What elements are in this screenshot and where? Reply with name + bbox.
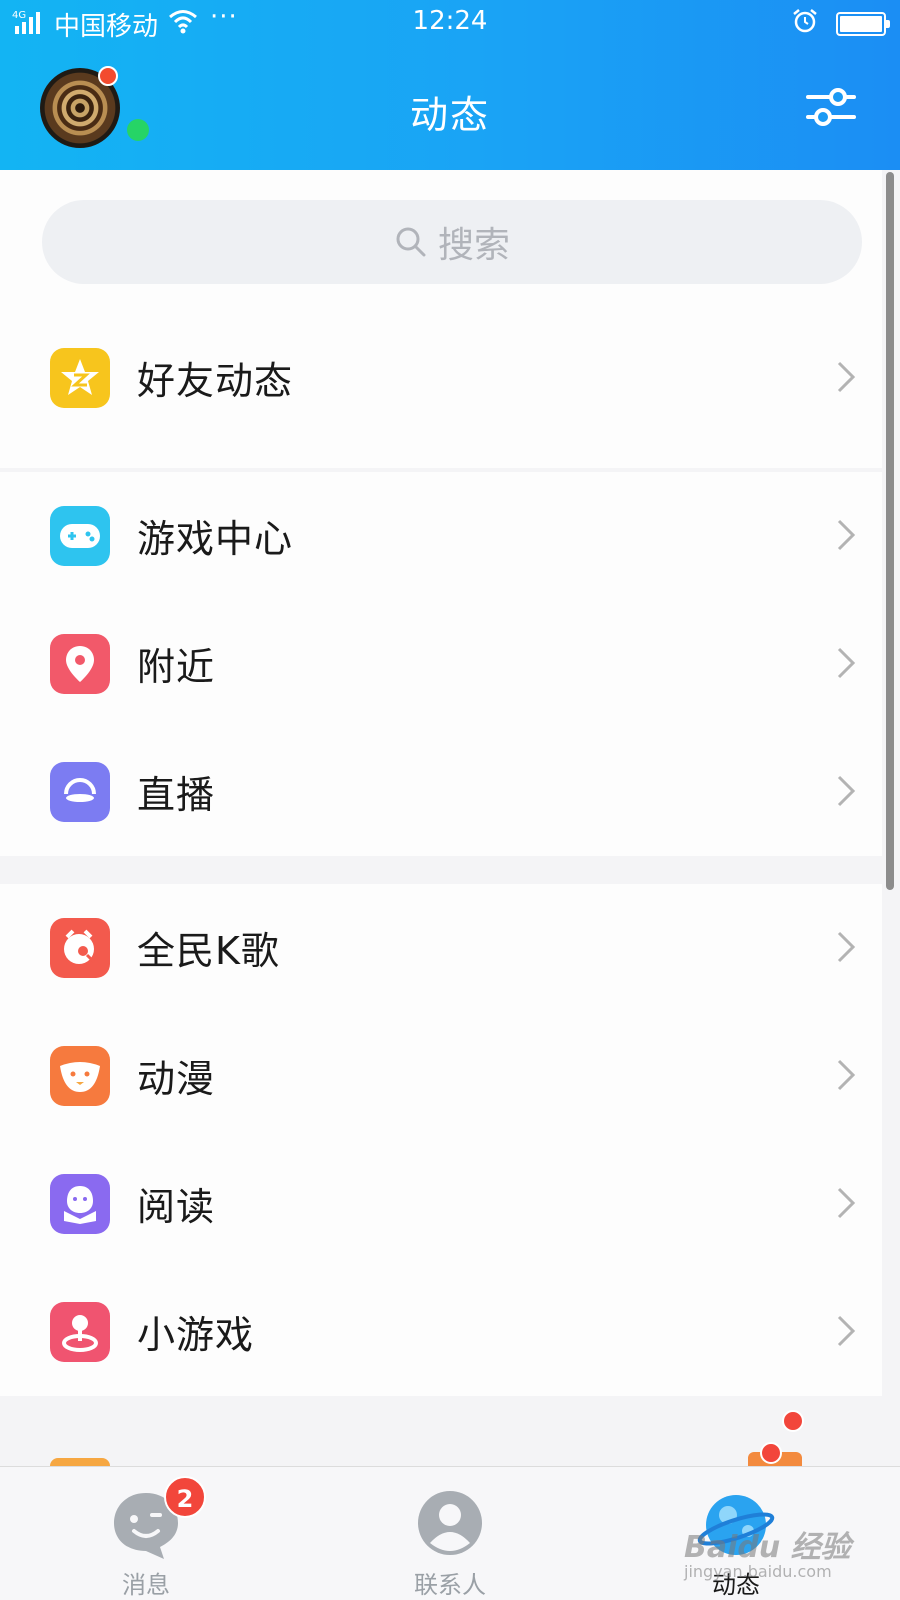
avatar-notification-dot bbox=[98, 66, 118, 86]
menu-item-label: 好友动态 bbox=[137, 359, 294, 403]
live-icon bbox=[50, 762, 110, 822]
menu-item-label: 直播 bbox=[137, 773, 216, 817]
settings-sliders-icon[interactable] bbox=[806, 84, 856, 130]
karaoke-icon bbox=[50, 918, 110, 978]
search-input[interactable]: 搜索 bbox=[42, 200, 862, 284]
chevron-right-icon bbox=[837, 1059, 856, 1091]
status-bar: 4G 中国移动 ··· 12:24 bbox=[0, 0, 900, 46]
partially-visible-item-icon bbox=[50, 1458, 110, 1466]
chevron-right-icon bbox=[837, 931, 856, 963]
chevron-right-icon bbox=[837, 519, 856, 551]
watermark-brand: Baidu 经验 bbox=[684, 1530, 851, 1565]
menu-item-label: 全民K歌 bbox=[137, 929, 280, 973]
menu-item-label: 动漫 bbox=[137, 1057, 216, 1101]
qzone-star-icon bbox=[50, 348, 110, 408]
contacts-icon bbox=[418, 1491, 482, 1555]
tab-contacts[interactable]: 联系人 bbox=[370, 1477, 530, 1599]
menu-item-nearby[interactable]: 附近 bbox=[0, 600, 882, 728]
menu-item-friend-feed[interactable]: 好友动态 bbox=[0, 314, 882, 442]
promo-red-dot bbox=[782, 1410, 804, 1432]
chevron-right-icon bbox=[837, 647, 856, 679]
menu-item-label: 附近 bbox=[137, 645, 216, 689]
mini-game-icon bbox=[50, 1302, 110, 1362]
anime-icon bbox=[50, 1046, 110, 1106]
tab-label: 联系人 bbox=[414, 1571, 486, 1599]
clock: 12:24 bbox=[412, 6, 488, 36]
chevron-right-icon bbox=[837, 1315, 856, 1347]
menu-item-label: 阅读 bbox=[137, 1185, 216, 1229]
menu-item-game-center[interactable]: 游戏中心 bbox=[0, 472, 882, 600]
location-pin-icon bbox=[50, 634, 110, 694]
reading-icon bbox=[50, 1174, 110, 1234]
gamepad-icon bbox=[50, 506, 110, 566]
search-placeholder: 搜索 bbox=[437, 225, 510, 266]
menu-item-label: 小游戏 bbox=[137, 1313, 255, 1357]
search-icon bbox=[396, 227, 426, 257]
battery-icon bbox=[836, 12, 890, 36]
watermark: Baidu 经验 jingyan.baidu.com bbox=[684, 1522, 894, 1588]
menu-item-live[interactable]: 直播 bbox=[0, 728, 882, 856]
menu-item-label: 游戏中心 bbox=[137, 517, 294, 561]
unread-badge: 2 bbox=[164, 1476, 206, 1518]
page-title: 动态 bbox=[409, 93, 490, 137]
group-friends: 好友动态 bbox=[0, 314, 882, 442]
alarm-icon bbox=[793, 9, 817, 33]
scrollbar[interactable] bbox=[886, 172, 894, 890]
menu-item-mini-games[interactable]: 小游戏 bbox=[0, 1268, 882, 1396]
app-header: 4G 中国移动 ··· 12:24 动态 bbox=[0, 0, 900, 170]
tab-label: 消息 bbox=[122, 1571, 170, 1599]
chevron-right-icon bbox=[837, 361, 856, 393]
watermark-url: jingyan.baidu.com bbox=[684, 1562, 832, 1581]
group-discover: 游戏中心 附近 直播 bbox=[0, 472, 882, 856]
menu-item-anime[interactable]: 动漫 bbox=[0, 1012, 882, 1140]
menu-item-reading[interactable]: 阅读 bbox=[0, 1140, 882, 1268]
group-entertainment: 全民K歌 动漫 阅读 小游戏 bbox=[0, 884, 882, 1396]
menu-item-karaoke[interactable]: 全民K歌 bbox=[0, 884, 882, 1012]
chevron-right-icon bbox=[837, 1187, 856, 1219]
feed-red-dot bbox=[760, 1442, 782, 1464]
main-content[interactable]: 搜索 好友动态 游戏中心 附近 直播 全民K歌 动漫 阅读 小游戏 bbox=[0, 170, 900, 1466]
chevron-right-icon bbox=[837, 775, 856, 807]
